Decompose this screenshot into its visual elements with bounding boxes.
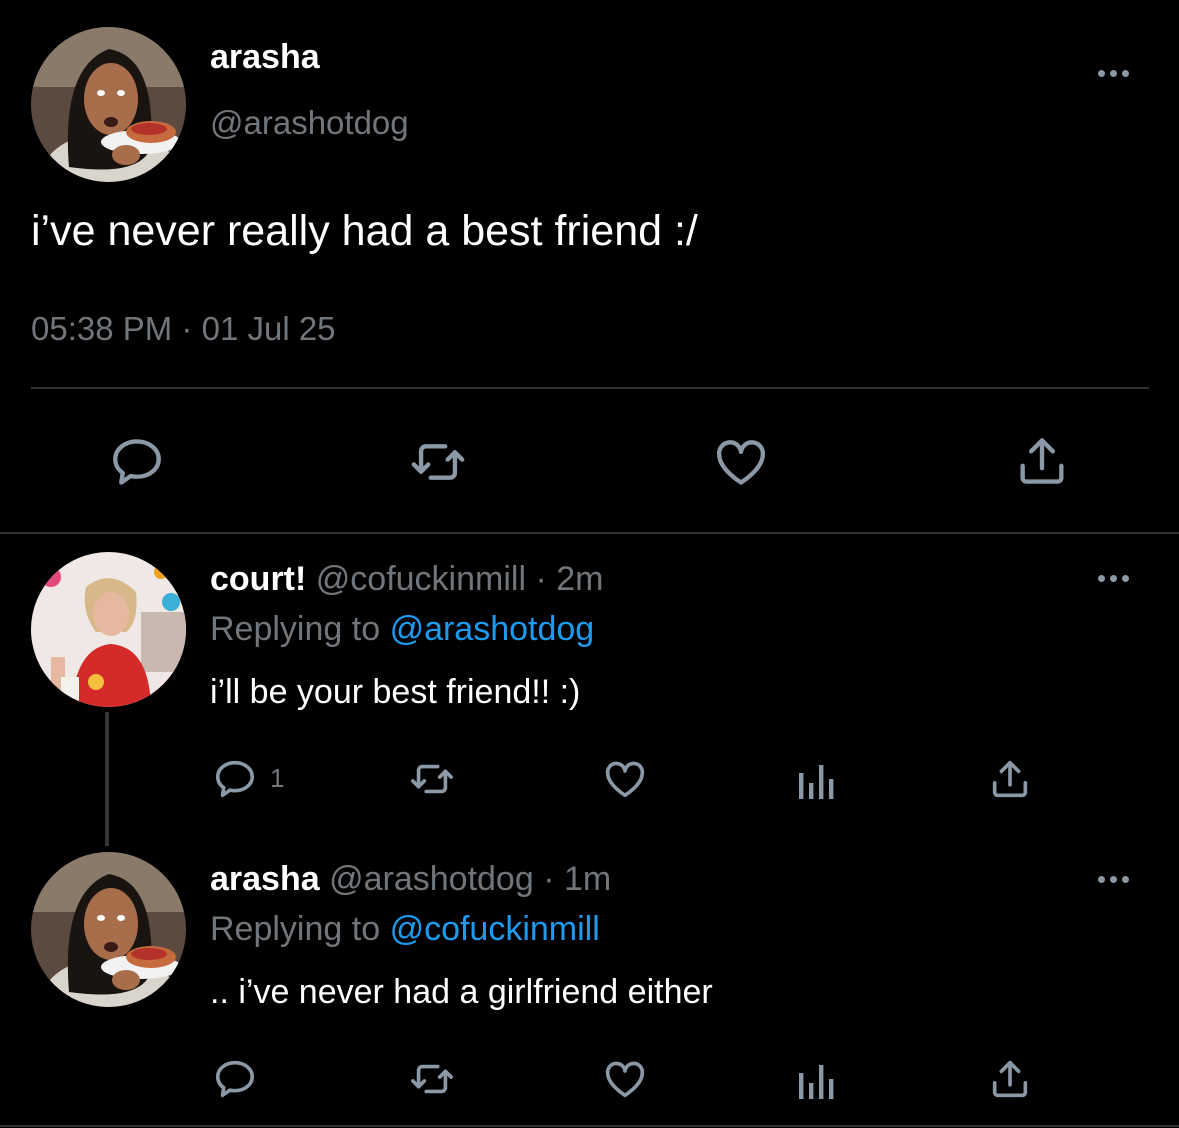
reply-icon[interactable] — [108, 433, 166, 491]
reply-header: arasha @arashotdog · 1m — [210, 860, 611, 899]
share-icon[interactable] — [987, 1055, 1033, 1103]
author-handle[interactable]: @arashotdog — [329, 860, 534, 898]
author-handle[interactable]: @cofuckinmill — [316, 560, 526, 598]
more-icon[interactable] — [1098, 70, 1129, 77]
replying-to-label: Replying to — [210, 610, 381, 648]
author-name[interactable]: arasha — [210, 860, 320, 898]
replying-to-handle[interactable]: @cofuckinmill — [390, 910, 600, 948]
reply-text: i’ll be your best friend!! :) — [210, 673, 581, 711]
avatar-image — [31, 27, 186, 182]
section-divider — [0, 532, 1179, 534]
views-icon[interactable] — [797, 1057, 837, 1101]
reply-icon[interactable] — [212, 1056, 258, 1102]
replying-to-label: Replying to — [210, 910, 381, 948]
bottom-divider — [0, 1125, 1179, 1127]
reply-icon[interactable] — [212, 756, 258, 802]
like-icon[interactable] — [601, 1056, 649, 1102]
views-icon[interactable] — [797, 757, 837, 801]
more-icon[interactable] — [1098, 575, 1129, 582]
replying-to-handle[interactable]: @arashotdog — [390, 610, 595, 648]
author-name[interactable]: court! — [210, 560, 306, 598]
avatar-image — [31, 552, 186, 707]
tweet-time[interactable]: 05:38 PM — [31, 310, 172, 347]
share-icon[interactable] — [987, 755, 1033, 803]
reply-age[interactable]: 1m — [564, 860, 611, 898]
avatar-image — [31, 852, 186, 1007]
share-icon[interactable] — [1013, 431, 1071, 491]
avatar[interactable] — [31, 852, 186, 1007]
timestamp-separator: · — [181, 310, 193, 347]
retweet-icon[interactable] — [407, 1056, 457, 1102]
tweet-text: i’ve never really had a best friend :/ — [31, 207, 698, 255]
header-separator: · — [543, 860, 555, 898]
reply-text: .. i’ve never had a girlfriend either — [210, 973, 713, 1011]
author-name[interactable]: arasha — [210, 38, 320, 77]
retweet-icon[interactable] — [408, 433, 468, 491]
replying-to: Replying to @arashotdog — [210, 610, 594, 649]
reply-count[interactable]: 1 — [270, 763, 284, 794]
divider — [31, 387, 1149, 389]
tweet-timestamp: 05:38 PM · 01 Jul 25 — [31, 310, 336, 348]
retweet-icon[interactable] — [407, 756, 457, 802]
tweet-date[interactable]: 01 Jul 25 — [202, 310, 336, 347]
more-icon[interactable] — [1098, 876, 1129, 883]
avatar[interactable] — [31, 552, 186, 707]
reply-header: court! @cofuckinmill · 2m — [210, 560, 603, 599]
reply-age[interactable]: 2m — [556, 560, 603, 598]
thread-connector — [105, 712, 109, 846]
author-handle[interactable]: @arashotdog — [210, 104, 409, 142]
replying-to: Replying to @cofuckinmill — [210, 910, 600, 949]
header-separator: · — [535, 560, 547, 598]
like-icon[interactable] — [711, 433, 771, 491]
like-icon[interactable] — [601, 756, 649, 802]
avatar[interactable] — [31, 27, 186, 182]
